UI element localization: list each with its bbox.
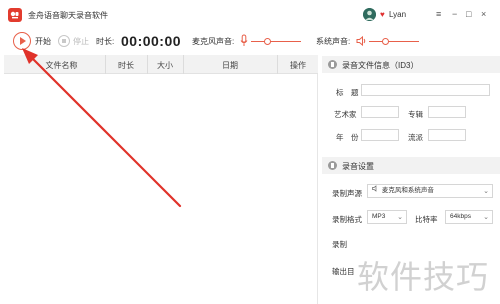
album-field-label: 专辑: [408, 110, 423, 119]
column-header-actions[interactable]: 操作: [278, 60, 318, 71]
recording-toolbar: 开始 停止 时长: 00:00:00 麦克风声音: 系统声音:: [0, 30, 500, 52]
title-bar: 金舟语音聊天录音软件 ♥ Lyan ≡ − □ ×: [0, 0, 500, 30]
app-title: 金舟语音聊天录音软件: [28, 11, 108, 20]
year-field[interactable]: [361, 129, 399, 141]
stop-label[interactable]: 停止: [73, 36, 89, 47]
id3-section-title: 录音文件信息（ID3）: [342, 61, 419, 70]
app-logo-icon: [8, 8, 22, 22]
settings-icon: [328, 161, 337, 170]
album-field[interactable]: [428, 106, 466, 118]
table-header: 文件名称 时长 大小 日期 操作: [4, 55, 318, 74]
system-volume-handle[interactable]: [382, 37, 389, 45]
year-field-label: 年 份: [336, 133, 359, 142]
bitrate-label: 比特率: [415, 215, 438, 224]
speaker-small-icon: [372, 185, 380, 197]
output-dir-label: 输出目: [332, 267, 355, 276]
recording-list-panel: 文件名称 时长 大小 日期 操作: [4, 55, 318, 304]
bitrate-select[interactable]: 64kbps ⌄: [445, 210, 493, 224]
record-source-value: 麦克风和系统声音: [381, 187, 434, 194]
start-label[interactable]: 开始: [35, 36, 51, 47]
start-record-button[interactable]: [13, 32, 31, 50]
record-source-label: 录制声源: [332, 189, 362, 198]
column-header-filename[interactable]: 文件名称: [24, 60, 99, 71]
system-volume-slider[interactable]: [369, 41, 419, 42]
bitrate-value: 64kbps: [450, 213, 471, 220]
column-header-date[interactable]: 日期: [184, 60, 276, 71]
mic-volume-slider[interactable]: [251, 41, 301, 42]
menu-icon[interactable]: ≡: [436, 9, 441, 19]
record-format-value: MP3: [372, 213, 386, 220]
mic-volume-handle[interactable]: [264, 37, 271, 45]
duration-label: 时长:: [96, 37, 115, 46]
record-mode-label: 录制: [332, 240, 347, 249]
record-source-select[interactable]: 麦克风和系统声音 ⌄: [367, 184, 493, 198]
microphone-icon: [240, 34, 248, 48]
title-field-label: 标 题: [336, 88, 359, 97]
column-header-duration[interactable]: 时长: [106, 60, 146, 71]
record-settings-header: 录音设置: [322, 157, 500, 174]
minimize-icon[interactable]: −: [452, 9, 457, 19]
record-settings-title: 录音设置: [342, 162, 374, 171]
record-format-select[interactable]: MP3 ⌄: [367, 210, 407, 224]
maximize-icon[interactable]: □: [466, 9, 471, 19]
title-field[interactable]: [361, 84, 490, 96]
watermark-text: 软件技巧: [357, 259, 490, 295]
artist-field-label: 艺术家: [334, 110, 357, 119]
chevron-down-icon: ⌄: [483, 214, 489, 221]
speaker-icon: [356, 35, 368, 47]
record-format-label: 录制格式: [332, 215, 362, 224]
chevron-down-icon: ⌄: [483, 188, 489, 195]
stop-record-button[interactable]: [58, 35, 70, 47]
genre-field[interactable]: [428, 129, 466, 141]
id3-section-header: 录音文件信息（ID3）: [322, 56, 500, 73]
mic-volume-label: 麦克风声音:: [192, 37, 235, 46]
info-icon: [328, 60, 337, 69]
artist-field[interactable]: [361, 106, 399, 118]
user-avatar[interactable]: [363, 8, 376, 21]
duration-value: 00:00:00: [121, 33, 182, 49]
system-volume-label: 系统声音:: [316, 37, 351, 46]
close-icon[interactable]: ×: [481, 9, 486, 19]
genre-field-label: 流派: [408, 133, 423, 142]
vip-heart-icon: ♥: [380, 10, 385, 19]
username[interactable]: Lyan: [389, 10, 406, 19]
column-header-size[interactable]: 大小: [148, 60, 182, 71]
chevron-down-icon: ⌄: [397, 214, 403, 221]
